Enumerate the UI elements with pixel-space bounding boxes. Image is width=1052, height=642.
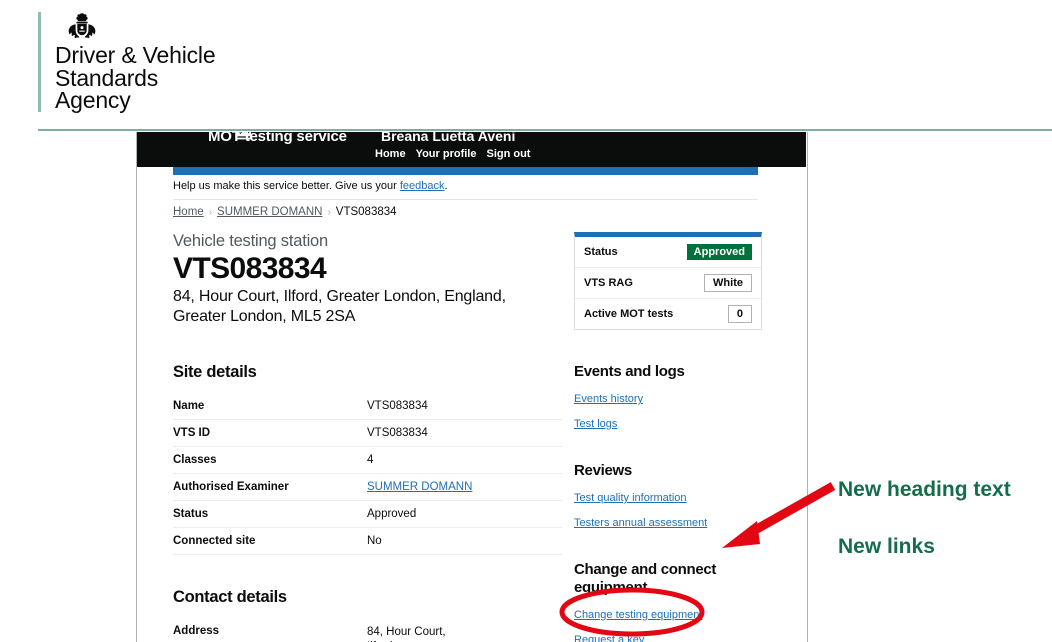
breadcrumb-item-current: VTS083834 [335,206,397,218]
row-value: VTS083834 [367,393,562,420]
table-row: Connected site No [173,527,562,555]
vts-rag-label: VTS RAG [584,277,633,289]
side-column: Status Approved VTS RAG White Active MOT… [574,232,764,642]
list-item: Test quality information [574,488,764,506]
link-change-testing-equipment[interactable]: Change testing equipment [574,609,702,621]
breadcrumb: Home › SUMMER DOMANN › VTS083834 [173,206,397,218]
list-item: Testers annual assessment [574,513,764,531]
vts-rag-badge: White [704,274,752,292]
address-value: 84, Hour Court, Ilford, Greater London, [367,626,446,642]
equipment-links: Change testing equipment Request a key V… [574,605,764,642]
link-testers-annual-assessment[interactable]: Testers annual assessment [574,517,707,529]
active-mot-tests-row: Active MOT tests 0 [575,299,761,329]
site-details-table: Name VTS083834 VTS ID VTS083834 Classes … [173,393,562,555]
table-row: Address 84, Hour Court, Ilford, Greater … [173,618,562,642]
link-test-logs[interactable]: Test logs [574,418,617,430]
row-value: VTS083834 [367,419,562,447]
authorised-examiner-link[interactable]: SUMMER DOMANN [367,481,472,493]
nav-item-home[interactable]: Home [375,148,406,160]
status-badge: Approved [686,244,752,260]
site-address: 84, Hour Court, Ilford, Greater London, … [173,288,506,325]
active-mot-tests-count: 0 [727,305,752,323]
contact-details-table: Address 84, Hour Court, Ilford, Greater … [173,618,562,642]
feedback-link[interactable]: feedback [400,180,445,192]
crown-icon [236,132,252,140]
phase-accent-bar [173,167,758,175]
row-key: Name [173,393,367,420]
link-events-history[interactable]: Events history [574,393,643,405]
change-and-connect-equipment-heading: Change and connect equipment [574,561,717,596]
dvsa-logo-block: Driver & Vehicle Standards Agency [38,12,216,113]
service-nav: Home Your profile Sign out [375,148,540,160]
status-row: Status Approved [575,237,761,268]
link-test-quality-information[interactable]: Test quality information [574,492,687,504]
nav-item-sign-out[interactable]: Sign out [486,148,530,160]
breadcrumb-separator: › [208,207,213,218]
mot-service-header-bar: MOT testing service Breana Luetta Aveni … [137,132,806,167]
table-row: Classes 4 [173,446,562,474]
row-key: Authorised Examiner [173,473,367,501]
row-value: No [367,527,562,555]
row-value: SUMMER DOMANN [367,473,562,501]
row-key: Classes [173,446,367,474]
table-row: Authorised Examiner SUMMER DOMANN [173,473,562,501]
row-key: VTS ID [173,419,367,447]
list-item: Change testing equipment [574,605,764,623]
page-caption: Vehicle testing station [173,232,329,250]
breadcrumb-separator: › [327,207,331,218]
mot-service-name: MOT testing service [208,132,347,145]
page-title: VTS083834 [173,252,327,285]
reviews-links: Test quality information Testers annual … [574,488,764,531]
row-key: Connected site [173,527,367,555]
main-column: Vehicle testing station VTS083834 84, Ho… [173,232,562,642]
active-mot-tests-label: Active MOT tests [584,308,674,320]
status-label: Status [584,246,618,258]
events-and-logs-links: Events history Test logs [574,389,764,432]
table-row: Name VTS083834 [173,393,562,420]
table-row: VTS ID VTS083834 [173,419,562,447]
link-request-a-key[interactable]: Request a key [574,634,644,642]
feedback-text-after: . [444,180,448,192]
site-details-heading: Site details [173,363,257,381]
list-item: Events history [574,389,764,407]
feedback-text-before: Help us make this service better. Give u… [173,180,400,192]
list-item: Request a key [574,630,764,642]
row-value: 84, Hour Court, Ilford, Greater London, [367,618,562,642]
annotation-new-heading-text: New heading text [838,478,1011,501]
table-row: Status Approved [173,500,562,528]
annotation-new-links-text: New links [838,535,935,558]
row-key: Status [173,500,367,528]
breadcrumb-item-home[interactable]: Home [173,206,204,218]
contact-details-heading: Contact details [173,588,287,606]
reviews-heading: Reviews [574,462,632,479]
vts-rag-row: VTS RAG White [575,268,761,299]
status-summary-box: Status Approved VTS RAG White Active MOT… [574,232,762,330]
nav-item-your-profile[interactable]: Your profile [416,148,477,160]
mot-service-brand: MOT testing service [186,132,347,145]
breadcrumb-item-organisation[interactable]: SUMMER DOMANN [217,206,322,218]
royal-coat-of-arms-icon [68,13,96,39]
row-key: Address [173,618,367,642]
mot-service-page: MOT testing service Breana Luetta Aveni … [136,132,808,642]
row-value: 4 [367,446,562,474]
feedback-banner: Help us make this service better. Give u… [173,180,758,200]
row-value: Approved [367,500,562,528]
dvsa-organisation-name: Driver & Vehicle Standards Agency [55,42,216,113]
events-and-logs-heading: Events and logs [574,363,685,380]
list-item: Test logs [574,414,764,432]
dvsa-brand-header: Driver & Vehicle Standards Agency [0,0,1052,131]
header-divider [38,129,1052,131]
signed-in-user-name: Breana Luetta Aveni [381,132,516,144]
